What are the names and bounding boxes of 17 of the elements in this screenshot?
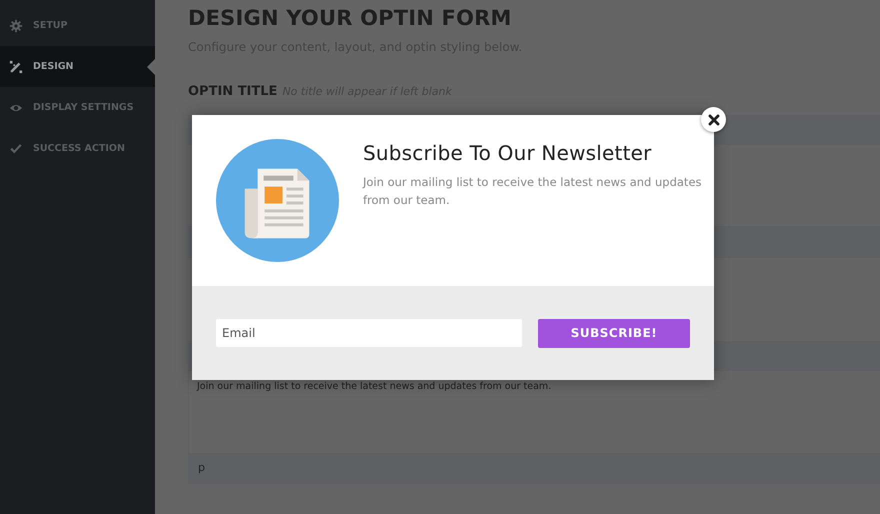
sidebar-item[interactable]: DISPLAY SETTINGS [0,87,155,128]
close-icon [708,114,720,126]
modal-title: Subscribe To Our Newsletter [363,141,653,165]
sidebar-item[interactable]: SETUP [0,5,155,46]
gear-icon [9,18,23,32]
sidebar-item[interactable]: SUCCESS ACTION [0,128,155,169]
email-field[interactable]: Email [216,319,522,347]
tag-field[interactable]: p [188,453,880,484]
newspaper-icon [216,139,339,262]
subscribe-button[interactable]: SUBSCRIBE! [538,318,690,348]
modal-description: Join our mailing list to receive the latest news and updates from our team. [363,174,703,209]
sidebar-item[interactable]: DESIGN [0,46,155,87]
page-title: DESIGN YOUR OPTIN FORM [188,6,513,30]
pencil-ruler-icon [9,60,23,74]
close-button[interactable] [701,107,726,132]
check-icon [9,142,23,156]
field-label: OPTIN TITLE [188,84,278,99]
